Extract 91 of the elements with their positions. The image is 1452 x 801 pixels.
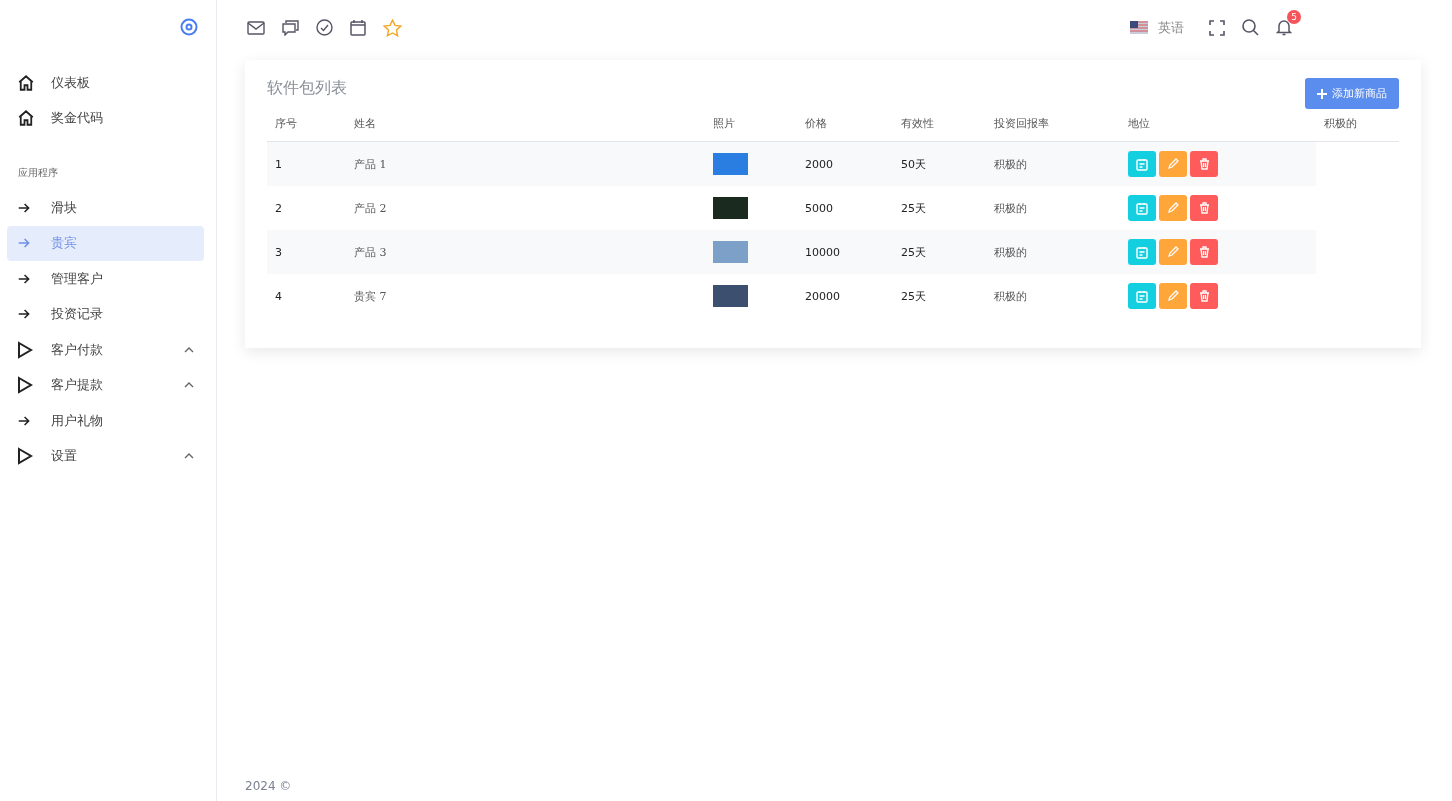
calendar-icon <box>1136 289 1149 303</box>
footer-text: 2024 © <box>244 779 293 795</box>
table-cell: 积极的 <box>994 245 1028 259</box>
edit-button[interactable] <box>1159 239 1188 265</box>
column-header: 有效性 <box>901 117 935 129</box>
table-cell: 25天 <box>901 289 927 303</box>
chat-icon[interactable] <box>282 19 299 36</box>
calendar-icon <box>1136 245 1149 259</box>
arrow-right-icon <box>17 307 31 321</box>
sidebar-item[interactable]: 奖金代码 <box>7 100 204 136</box>
search-icon[interactable] <box>1242 19 1259 36</box>
sidebar-item[interactable]: 客户提款 <box>7 367 204 403</box>
delete-button[interactable] <box>1190 195 1219 221</box>
sidebar-item[interactable]: 客户付款 <box>7 332 204 367</box>
column-header: 投资回报率 <box>994 117 1050 129</box>
calendar-button[interactable] <box>1128 195 1157 221</box>
flag-icon[interactable] <box>1130 21 1148 34</box>
table-cell: 10000 <box>804 245 840 259</box>
calendar-icon <box>1136 157 1149 171</box>
table-cell: 25天 <box>901 201 927 215</box>
calendar-icon <box>1136 201 1149 215</box>
table-cell: 2 <box>275 201 282 215</box>
edit-button[interactable] <box>1159 283 1188 309</box>
calendar-button[interactable] <box>1128 239 1157 265</box>
check-circle-icon[interactable] <box>316 19 333 36</box>
delete-button[interactable] <box>1190 283 1219 309</box>
home-icon <box>17 73 35 92</box>
play-triangle-icon <box>17 376 33 394</box>
photo-placeholder <box>712 241 748 263</box>
arrow-right-icon <box>17 236 31 250</box>
target-icon[interactable] <box>180 18 198 36</box>
mail-icon[interactable] <box>247 20 265 35</box>
sidebar-item[interactable]: 用户礼物 <box>7 403 204 438</box>
edit-button[interactable] <box>1159 195 1188 221</box>
caret-up-icon <box>184 453 194 459</box>
calendar-icon[interactable] <box>350 19 366 36</box>
column-header: 序号 <box>275 117 297 129</box>
table-cell: 积极的 <box>994 201 1028 215</box>
star-icon[interactable] <box>383 18 402 37</box>
sidebar-item[interactable]: 管理客户 <box>7 261 204 296</box>
calendar-button[interactable] <box>1128 283 1157 309</box>
play-triangle-icon <box>17 340 33 359</box>
sidebar-item[interactable]: 滑块 <box>7 190 204 225</box>
edit-button[interactable] <box>1159 151 1188 177</box>
table-cell: 4 <box>275 289 282 303</box>
table-cell: 1 <box>275 157 282 171</box>
pencil-icon <box>1167 202 1180 214</box>
section-heading: 应用程序 <box>17 166 59 180</box>
delete-button[interactable] <box>1190 239 1219 265</box>
column-header: 积极的 <box>1323 117 1357 129</box>
card-title: 软件包列表 <box>267 78 347 99</box>
sidebar-item[interactable]: 仪表板 <box>7 65 204 100</box>
table-cell: 20000 <box>804 289 840 303</box>
fullscreen-icon[interactable] <box>1209 19 1225 36</box>
table-cell: 贵宾 7 <box>354 289 387 303</box>
notification-badge: 5 <box>1287 10 1301 24</box>
photo-placeholder <box>712 285 748 307</box>
pencil-icon <box>1167 246 1180 258</box>
play-triangle-icon <box>17 447 33 465</box>
table-cell: 产品 3 <box>354 245 387 259</box>
table-cell: 50天 <box>901 157 927 171</box>
column-header: 价格 <box>804 117 827 129</box>
caret-up-icon <box>184 346 194 353</box>
column-header: 地位 <box>1128 117 1151 129</box>
trash-icon <box>1198 158 1210 170</box>
delete-button[interactable] <box>1190 151 1219 177</box>
table-cell: 5000 <box>804 201 833 215</box>
trash-icon <box>1198 290 1210 302</box>
home-icon <box>17 109 35 127</box>
column-header: 照片 <box>712 117 735 129</box>
caret-up-icon <box>184 382 194 388</box>
photo-placeholder <box>712 197 748 219</box>
trash-icon <box>1198 246 1210 258</box>
table-cell: 3 <box>275 245 282 259</box>
table-cell: 2000 <box>804 157 833 171</box>
column-header: 姓名 <box>354 117 377 129</box>
language-label[interactable]: 英语 <box>1158 18 1184 37</box>
sidebar-item[interactable]: 投资记录 <box>7 296 204 332</box>
photo-placeholder <box>712 153 748 175</box>
trash-icon <box>1198 202 1210 214</box>
table-cell: 积极的 <box>994 157 1028 171</box>
table-cell: 积极的 <box>994 289 1028 303</box>
table-cell: 产品 2 <box>354 201 387 215</box>
table-cell: 产品 1 <box>354 157 387 171</box>
pencil-icon <box>1167 290 1180 302</box>
sidebar-item[interactable]: 设置 <box>7 438 204 474</box>
table-cell: 25天 <box>901 245 927 259</box>
plus-icon <box>1317 88 1327 99</box>
calendar-button[interactable] <box>1128 151 1157 177</box>
bell-icon[interactable] <box>1276 19 1292 36</box>
pencil-icon <box>1167 158 1180 170</box>
